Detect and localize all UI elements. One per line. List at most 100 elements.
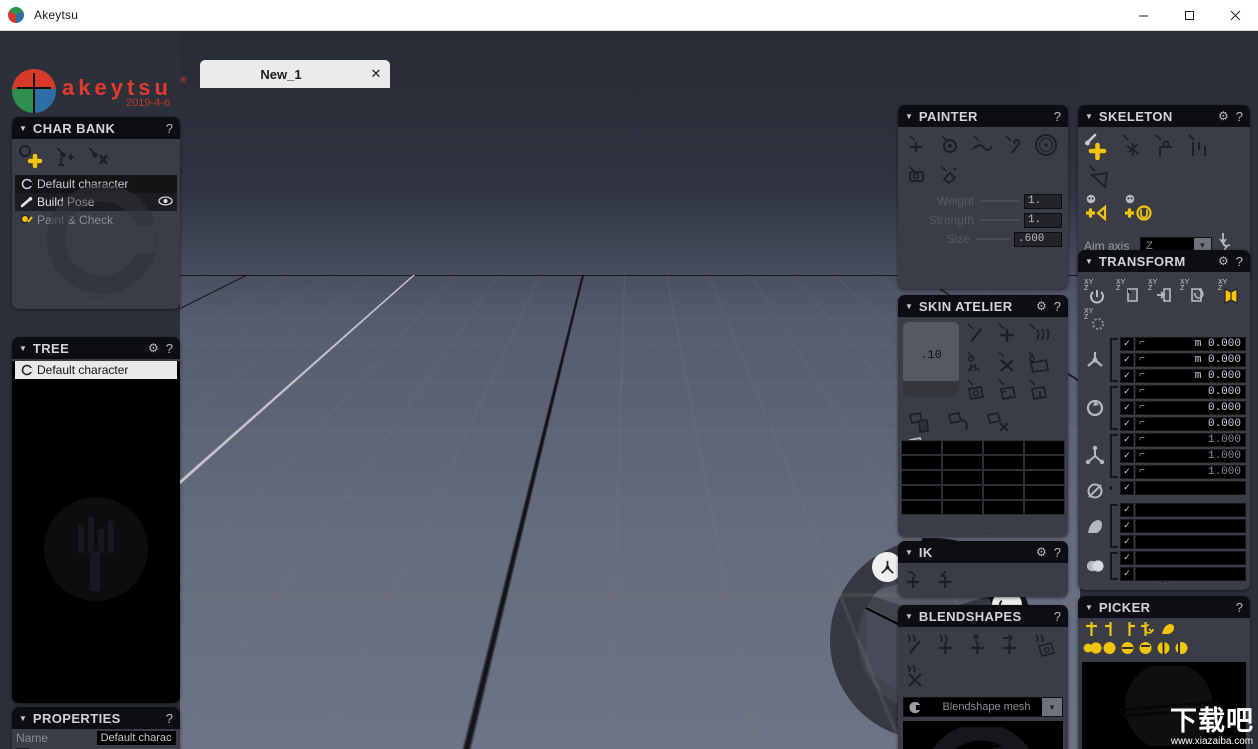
properties-header[interactable]: ▼ PROPERTIES ? <box>12 707 180 729</box>
transform-row-deform-3[interactable]: ✓ <box>1120 534 1246 549</box>
skeleton-add-joint-icon[interactable] <box>1083 131 1115 161</box>
ik-collapse-icon[interactable]: ▼ <box>905 548 913 557</box>
shade-2-checkbox[interactable]: ✓ <box>1120 566 1134 581</box>
skin-weight-slider[interactable]: .10 <box>903 322 959 397</box>
blendshapes-header[interactable]: ▼ BLENDSHAPES ? <box>898 605 1068 627</box>
transform-row-shade-2[interactable]: ✓ <box>1120 566 1246 581</box>
transform-row-scale-x[interactable]: ✓ ⌐ 1.000 <box>1120 432 1246 447</box>
transform-row-rotate-x[interactable]: ✓ ⌐ 0.000 <box>1120 384 1246 399</box>
painter-help-icon[interactable]: ? <box>1054 109 1061 124</box>
painter-collapse-icon[interactable]: ▼ <box>905 112 913 121</box>
skeleton-header[interactable]: ▼ SKELETON ⚙ ? <box>1078 105 1250 127</box>
deform-2-field[interactable] <box>1135 518 1246 533</box>
picker-select-all-icon[interactable] <box>1083 621 1099 640</box>
skin-remove-influence-icon[interactable] <box>993 349 1023 377</box>
skin-project-icon[interactable] <box>944 407 982 435</box>
blendshape-mesh-selector[interactable]: Blendshape mesh ▼ <box>903 697 1063 717</box>
picker-header[interactable]: ▼ PICKER ? <box>1078 596 1250 618</box>
blendshapes-help-icon[interactable]: ? <box>1054 609 1061 624</box>
skin-influence-grid[interactable] <box>901 440 1065 515</box>
painter-flood-tool-icon[interactable] <box>935 161 965 189</box>
skin-atelier-settings-gear-icon[interactable]: ⚙ <box>1036 299 1047 313</box>
transform-row-deform-2[interactable]: ✓ <box>1120 518 1246 533</box>
transform-row-rotate-z[interactable]: ✓ ⌐ 0.000 <box>1120 416 1246 431</box>
skin-transfer-icon[interactable] <box>1024 349 1054 377</box>
ik-header[interactable]: ▼ IK ⚙ ? <box>898 541 1068 563</box>
blendshape-add-icon[interactable] <box>935 631 965 659</box>
transform-row-deform-1[interactable]: ✓ <box>1120 502 1246 517</box>
painter-strength-slider-row[interactable]: Strength 1. <box>898 211 1068 229</box>
painter-weight-track[interactable] <box>980 200 1020 202</box>
translate-z-field[interactable]: ⌐ m 0.000 <box>1135 368 1246 383</box>
properties-help-icon[interactable]: ? <box>166 711 173 726</box>
transform-help-icon[interactable]: ? <box>1236 254 1243 269</box>
picker-shape-icon[interactable] <box>1159 621 1179 640</box>
rotate-y-checkbox[interactable]: ✓ <box>1120 400 1134 415</box>
tree-item-default-character[interactable]: Default character <box>15 361 177 379</box>
picker-select-left-icon[interactable] <box>1102 621 1118 640</box>
blendshape-list[interactable] <box>903 721 1063 749</box>
lock-icon[interactable]: ⌐ <box>1136 418 1145 429</box>
tree-body[interactable]: Default character <box>12 361 180 703</box>
skin-mirror-weights-icon[interactable] <box>993 377 1023 405</box>
skeleton-help-icon[interactable]: ? <box>1236 109 1243 124</box>
scale-y-checkbox[interactable]: ✓ <box>1120 448 1134 463</box>
picker-filled-circle-icon[interactable] <box>1101 641 1117 658</box>
skin-grid-cell[interactable] <box>1024 455 1065 470</box>
painter-blur-tool-icon[interactable] <box>967 131 997 159</box>
scale-y-field[interactable]: ⌐ 1.000 <box>1135 448 1246 463</box>
lock-icon[interactable]: ⌐ <box>1136 466 1145 477</box>
translate-z-checkbox[interactable]: ✓ <box>1120 368 1134 383</box>
blendshape-mesh-dropdown-icon[interactable]: ▼ <box>1042 698 1062 716</box>
skin-atelier-resize-grip[interactable]: ···· <box>974 526 993 535</box>
lock-icon[interactable]: ⌐ <box>1136 450 1145 461</box>
transform-header[interactable]: ▼ TRANSFORM ⚙ ? <box>1078 250 1250 272</box>
skeleton-settings-gear-icon[interactable]: ⚙ <box>1218 109 1229 123</box>
visibility-checkbox[interactable]: ✓ <box>1120 480 1134 495</box>
skeleton-mirror-joint-icon[interactable] <box>1116 131 1148 161</box>
rotate-x-checkbox[interactable]: ✓ <box>1120 384 1134 399</box>
maximize-button[interactable] <box>1166 0 1212 31</box>
skin-grid-cell[interactable] <box>983 470 1024 485</box>
char-bank-header[interactable]: ▼ CHAR BANK ? <box>12 117 180 139</box>
translate-y-checkbox[interactable]: ✓ <box>1120 352 1134 367</box>
ik-help-icon[interactable]: ? <box>1054 545 1061 560</box>
picker-select-right-icon[interactable] <box>1121 621 1137 640</box>
shade-2-field[interactable] <box>1135 566 1246 581</box>
skeleton-unreal-preset-icon[interactable] <box>1122 194 1160 222</box>
translate-x-field[interactable]: ⌐ m 0.000 <box>1135 336 1246 351</box>
ik-create-chain-icon[interactable] <box>903 567 933 595</box>
deform-3-field[interactable] <box>1135 534 1246 549</box>
skeleton-split-joint-icon[interactable] <box>1182 131 1214 161</box>
painter-strength-value[interactable]: 1. <box>1024 212 1062 228</box>
lock-icon[interactable]: ⌐ <box>1136 370 1145 381</box>
skin-weights-icon[interactable] <box>1024 321 1054 349</box>
translate-y-field[interactable]: ⌐ m 0.000 <box>1135 352 1246 367</box>
picker-half-left-icon[interactable] <box>1173 641 1189 658</box>
scale-x-checkbox[interactable]: ✓ <box>1120 432 1134 447</box>
skin-grid-cell[interactable] <box>983 500 1024 515</box>
painter-weight-slider-row[interactable]: Weight 1. <box>898 192 1068 210</box>
transform-row-translate-y[interactable]: ✓ ⌐ m 0.000 <box>1120 352 1246 367</box>
import-character-icon[interactable] <box>49 143 79 171</box>
skin-atelier-help-icon[interactable]: ? <box>1054 299 1061 314</box>
skin-grid-cell[interactable] <box>1024 440 1065 455</box>
skin-grid-cell[interactable] <box>1024 470 1065 485</box>
deform-1-field[interactable] <box>1135 502 1246 517</box>
scale-z-field[interactable]: ⌐ 1.000 <box>1135 464 1246 479</box>
shade-1-checkbox[interactable]: ✓ <box>1120 550 1134 565</box>
rotate-z-checkbox[interactable]: ✓ <box>1120 416 1134 431</box>
skin-grid-cell[interactable] <box>942 470 983 485</box>
export-character-icon[interactable] <box>81 143 111 171</box>
deform-1-checkbox[interactable]: ✓ <box>1120 502 1134 517</box>
painter-add-tool-icon[interactable] <box>903 131 933 159</box>
skeleton-parent-joint-icon[interactable] <box>1149 131 1181 161</box>
tab-close-icon[interactable]: ✕ <box>362 66 390 82</box>
transform-duplicate-icon[interactable]: XY Z <box>1178 275 1208 305</box>
blendshape-delete-icon[interactable] <box>903 661 933 689</box>
picker-collapse-icon[interactable]: ▼ <box>1085 603 1093 612</box>
rotate-x-field[interactable]: ⌐ 0.000 <box>1135 384 1246 399</box>
char-bank-resize-grip[interactable]: ···· <box>87 298 106 307</box>
blendshape-create-icon[interactable] <box>903 631 933 659</box>
visibility-field[interactable] <box>1135 480 1246 495</box>
